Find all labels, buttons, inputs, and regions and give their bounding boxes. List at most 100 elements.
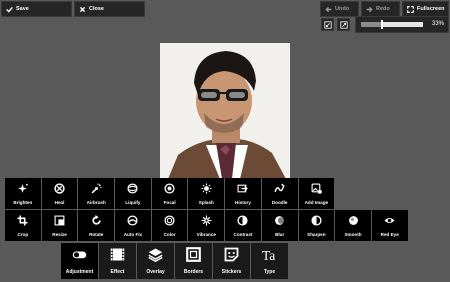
zoom-slider[interactable]: 33% <box>355 16 449 33</box>
save-label: Save <box>16 6 29 12</box>
undo-button[interactable]: Undo <box>320 1 359 17</box>
crop-icon <box>17 215 28 226</box>
borders-category-tab[interactable]: Borders <box>175 243 212 279</box>
adjustment-label: Adjustment <box>65 269 94 275</box>
color-label: Color <box>163 232 176 237</box>
sparkle-icon <box>17 183 29 194</box>
add-image-label: Add Image <box>304 200 329 205</box>
type-label: Type <box>263 269 276 275</box>
overlay-label: Overlay <box>146 269 165 275</box>
checkmark-icon <box>6 6 13 13</box>
undo-label: Undo <box>335 6 350 12</box>
save-button[interactable]: Save <box>1 1 72 17</box>
crop-label: Crop <box>17 232 29 237</box>
liquify-tool-button[interactable]: Liquify <box>115 178 151 209</box>
contrast-tool-button[interactable]: Contrast <box>225 210 261 241</box>
close-button[interactable]: Close <box>74 1 145 17</box>
rotate-tool-button[interactable]: Rotate <box>78 210 115 241</box>
fullscreen-label: Fullscreen <box>417 6 445 12</box>
resize-icon <box>54 215 65 226</box>
eye-icon <box>384 215 395 226</box>
splash-icon <box>201 183 212 194</box>
splash-label: Splash <box>198 200 214 205</box>
auto-fix-icon <box>127 215 138 226</box>
zoom-thumb[interactable] <box>381 20 384 29</box>
sticker-icon <box>224 247 239 262</box>
zoom-in-button[interactable] <box>337 18 350 31</box>
bandage-icon <box>54 183 65 194</box>
rotate-label: Rotate <box>89 232 104 237</box>
film-icon <box>110 247 125 262</box>
history-tool-button[interactable]: History <box>225 178 261 209</box>
auto-fix-tool-button[interactable]: Auto Fix <box>115 210 151 241</box>
vibrance-icon <box>201 215 212 226</box>
fullscreen-icon <box>407 5 414 13</box>
color-tool-button[interactable]: Color <box>151 210 188 241</box>
effect-label: Effect <box>110 269 125 275</box>
zoom-track[interactable] <box>361 20 423 29</box>
redo-label: Redo <box>376 6 390 12</box>
doodle-icon <box>274 183 285 194</box>
doodle-label: Doodle <box>271 200 288 205</box>
redo-arrow-icon <box>366 6 373 12</box>
sharpen-icon <box>311 215 322 226</box>
effect-category-tab[interactable]: Effect <box>99 243 136 279</box>
contrast-label: Contrast <box>233 232 253 237</box>
history-label: History <box>235 200 251 205</box>
heal-tool-button[interactable]: Heal <box>41 178 78 209</box>
sharpen-label: Sharpen <box>307 232 326 237</box>
fullscreen-button[interactable]: Fullscreen <box>402 1 449 17</box>
focal-icon <box>164 183 175 194</box>
smooth-label: Smooth <box>344 232 362 237</box>
red-eye-tool-button[interactable]: Red Eye <box>371 210 408 241</box>
vibrance-label: Vibrance <box>196 232 216 237</box>
doodle-tool-button[interactable]: Doodle <box>261 178 298 209</box>
red-eye-label: Red Eye <box>380 232 399 237</box>
add-image-tool-button[interactable]: Add Image <box>298 178 335 209</box>
zoom-out-button[interactable] <box>321 18 334 31</box>
smooth-icon <box>348 215 359 226</box>
borders-label: Borders <box>183 269 204 275</box>
brighten-label: Brighten <box>13 200 33 205</box>
crop-tool-button[interactable]: Crop <box>5 210 41 241</box>
type-icon: Ta <box>262 247 277 262</box>
stickers-label: Stickers <box>221 269 242 275</box>
close-label: Close <box>89 6 104 12</box>
resize-tool-button[interactable]: Resize <box>41 210 78 241</box>
blur-tool-button[interactable]: Blur <box>261 210 298 241</box>
zoom-value: 33% <box>431 21 444 27</box>
airbrush-label: Airbrush <box>86 200 106 205</box>
airbrush-tool-button[interactable]: Airbrush <box>78 178 115 209</box>
heal-label: Heal <box>54 200 65 205</box>
stickers-category-tab[interactable]: Stickers <box>213 243 250 279</box>
blur-icon <box>274 215 285 226</box>
history-icon <box>237 183 249 194</box>
color-icon <box>164 215 175 226</box>
airbrush-icon <box>91 183 102 194</box>
svg-text:Ta: Ta <box>262 248 275 262</box>
edited-photo <box>160 43 290 179</box>
tools-row-1: Brighten Heal Airbrush Liquify Focal Splash Hi… <box>5 178 335 209</box>
smooth-tool-button[interactable]: Smooth <box>335 210 371 241</box>
auto-fix-label: Auto Fix <box>123 232 143 237</box>
tools-row-2: Crop Resize Rotate Auto Fix Color Vibrance Con… <box>5 210 408 241</box>
vibrance-tool-button[interactable]: Vibrance <box>188 210 225 241</box>
focal-tool-button[interactable]: Focal <box>151 178 188 209</box>
blur-label: Blur <box>275 232 285 237</box>
brighten-tool-button[interactable]: Brighten <box>5 178 41 209</box>
liquify-label: Liquify <box>125 200 141 205</box>
overlay-category-tab[interactable]: Overlay <box>137 243 174 279</box>
border-icon <box>186 247 201 262</box>
layers-icon <box>148 247 163 262</box>
redo-button[interactable]: Redo <box>361 1 400 17</box>
category-bar: Adjustment Effect Overlay Borders Stickers Ta… <box>61 243 288 279</box>
sharpen-tool-button[interactable]: Sharpen <box>298 210 335 241</box>
toggle-icon <box>72 247 87 262</box>
splash-tool-button[interactable]: Splash <box>188 178 225 209</box>
focal-label: Focal <box>163 200 176 205</box>
add-image-icon <box>311 183 322 194</box>
zoom-out-icon <box>323 20 332 29</box>
rotate-icon <box>91 215 102 226</box>
adjustment-category-tab[interactable]: Adjustment <box>61 243 98 279</box>
type-category-tab[interactable]: Ta Type <box>251 243 288 279</box>
